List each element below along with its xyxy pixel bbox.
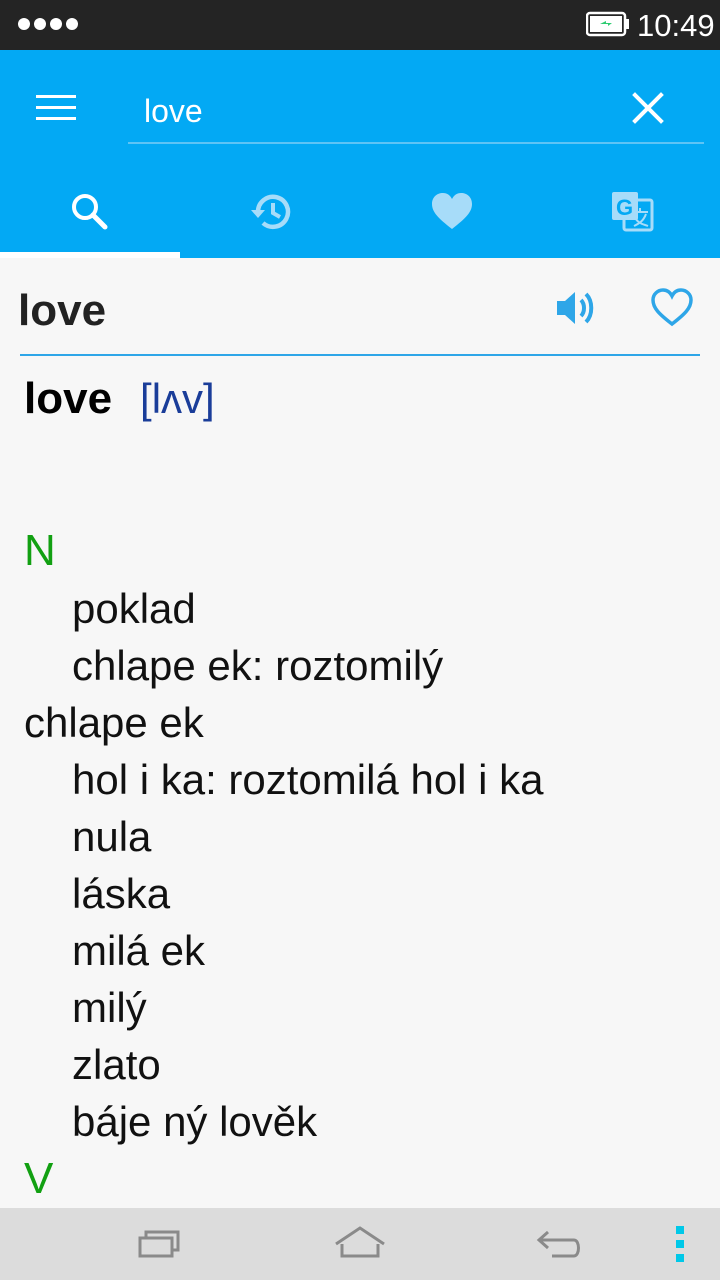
result-panel: love love [lʌv] N poklad chlape ek: rozt… <box>0 258 720 1208</box>
speaker-icon[interactable] <box>555 286 599 330</box>
navigation-bar <box>0 1208 720 1280</box>
more-vertical-icon[interactable] <box>674 1226 686 1266</box>
entry-headword: love [lʌv] <box>24 374 704 434</box>
tab-favorites[interactable] <box>360 170 540 258</box>
search-input[interactable] <box>144 86 614 136</box>
entry-line: láska <box>72 870 171 917</box>
heart-icon <box>432 193 472 229</box>
entry-line: báje ný lověk <box>72 1098 318 1145</box>
entry-line: nula <box>72 813 152 860</box>
home-icon[interactable] <box>332 1222 388 1266</box>
tab-translate[interactable]: G <box>540 170 720 258</box>
recent-apps-icon[interactable] <box>136 1222 184 1266</box>
search-bar <box>128 80 704 144</box>
history-icon <box>251 194 291 229</box>
result-divider <box>20 354 700 356</box>
tab-bar: G <box>0 170 720 258</box>
translate-icon: G <box>612 192 654 232</box>
close-icon[interactable] <box>628 88 668 128</box>
pos-label-verb: V <box>24 1154 54 1203</box>
search-icon <box>72 194 108 230</box>
entry-line: milá ek <box>72 927 206 974</box>
entry-term: love <box>24 374 113 423</box>
battery-charging-icon <box>586 11 629 37</box>
entry-line: milý <box>72 984 147 1031</box>
tab-search[interactable] <box>0 170 180 258</box>
entry-line: chlape ek <box>24 699 204 746</box>
entry-line: poklad <box>72 585 196 632</box>
entry-line: hol i ka: roztomilá hol i ka <box>72 756 544 803</box>
status-bar: 10:49 <box>0 0 720 50</box>
dictionary-entry: love [lʌv] N poklad chlape ek: roztomilý… <box>24 374 704 1208</box>
entry-pronunciation: [lʌv] <box>140 375 215 422</box>
svg-text:G: G <box>616 195 633 220</box>
hamburger-menu-icon[interactable] <box>36 93 76 123</box>
tab-history[interactable] <box>180 170 360 258</box>
entry-line: zlato <box>72 1041 161 1088</box>
pos-label-noun: N <box>24 526 56 575</box>
status-time: 10:49 <box>637 8 715 43</box>
result-word: love <box>18 286 107 335</box>
entry-line: chlape ek: roztomilý <box>72 642 444 689</box>
app-bar: G <box>0 50 720 258</box>
signal-dots-icon <box>18 18 78 30</box>
heart-outline-icon[interactable] <box>650 286 694 330</box>
back-icon[interactable] <box>534 1222 586 1266</box>
